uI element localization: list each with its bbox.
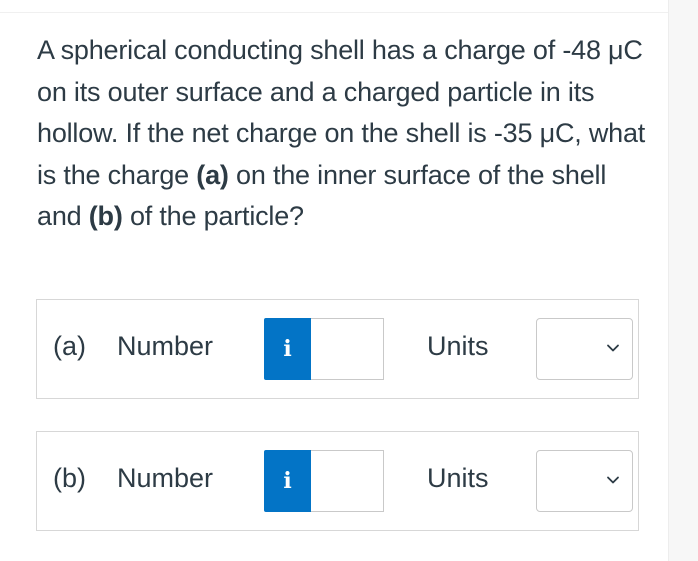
answer-row-b: (b) Number i Units [36, 431, 639, 531]
units-label-a: Units [427, 331, 489, 361]
question-text-3: of the particle? [122, 201, 304, 231]
info-icon: i [283, 468, 292, 494]
part-a-ref: (a) [196, 159, 229, 190]
number-input-b[interactable] [311, 450, 384, 512]
part-label-a: (a) [53, 331, 86, 361]
chevron-down-icon [607, 344, 619, 352]
question-text: A spherical conducting shell has a charg… [37, 30, 647, 238]
answer-row-a: (a) Number i Units [36, 299, 639, 399]
question-page: A spherical conducting shell has a charg… [0, 0, 698, 561]
part-b-ref: (b) [88, 201, 123, 231]
number-label-a: Number [117, 331, 214, 361]
info-button-b[interactable]: i [264, 450, 311, 512]
number-label-b: Number [117, 463, 214, 493]
units-select-a[interactable] [536, 318, 633, 380]
units-select-b[interactable] [536, 450, 633, 512]
info-button-a[interactable]: i [264, 318, 311, 380]
chevron-down-icon [607, 476, 619, 484]
units-label-b: Units [427, 463, 489, 493]
divider [0, 12, 668, 13]
info-icon: i [283, 336, 292, 362]
scroll-gutter [668, 0, 698, 561]
number-input-a[interactable] [311, 318, 384, 380]
part-label-b: (b) [53, 463, 86, 493]
